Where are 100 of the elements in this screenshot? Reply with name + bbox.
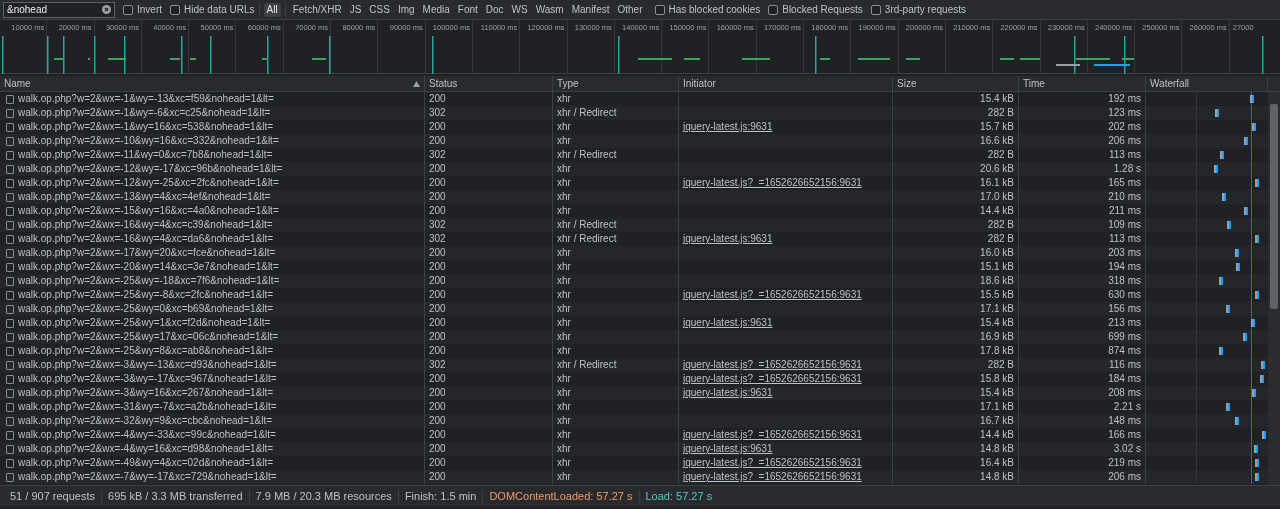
- waterfall-bar: [1260, 361, 1265, 369]
- request-name[interactable]: walk.op.php?w=2&wx=-3&wy=-17&xc=967&nohead=1&lt=: [18, 372, 277, 386]
- checkbox[interactable]: Hide data URLs: [170, 2, 255, 17]
- request-name[interactable]: walk.op.php?w=2&wx=-25&wy=-8&xc=2fc&nohead=1&lt=: [18, 288, 274, 302]
- request-name[interactable]: walk.op.php?w=2&wx=-12&wy=-17&xc=96b&nohead=1&lt=: [18, 162, 283, 176]
- filter-button[interactable]: Media: [419, 2, 453, 17]
- column-header[interactable]: Status: [425, 76, 553, 91]
- request-name[interactable]: walk.op.php?w=2&wx=-1&wy=-13&xc=f59&nohead=1&lt=: [18, 92, 274, 106]
- waterfall-bar: [1236, 263, 1241, 271]
- request-name[interactable]: walk.op.php?w=2&wx=-17&wy=20&xc=fce&nohead=1&lt=: [18, 246, 276, 260]
- request-name[interactable]: walk.op.php?w=2&wx=-15&wy=16&xc=4a0&nohead=1&lt=: [18, 204, 279, 218]
- column-header[interactable]: Type: [553, 76, 679, 91]
- table-row[interactable]: walk.op.php?w=2&wx=-10&wy=16&xc=332&nohead=1&lt= 200 xhr 16.6 kB 206 ms: [0, 134, 1268, 148]
- request-name[interactable]: walk.op.php?w=2&wx=-31&wy=-7&xc=a2b&nohead=1&lt=: [18, 400, 277, 414]
- request-name[interactable]: walk.op.php?w=2&wx=-25&wy=0&xc=b69&nohead=1&lt=: [18, 302, 274, 316]
- waterfall-bar: [1243, 137, 1248, 145]
- request-name[interactable]: walk.op.php?w=2&wx=-49&wy=4&xc=02d&nohead=1&lt=: [18, 456, 274, 470]
- request-name[interactable]: walk.op.php?w=2&wx=-25&wy=17&xc=06c&nohead=1&lt=: [18, 330, 279, 344]
- search-field[interactable]: &nohead: [3, 1, 115, 18]
- initiator-link[interactable]: jquery-latest.js:9631: [683, 317, 773, 328]
- filter-button[interactable]: All: [263, 2, 281, 17]
- table-row[interactable]: walk.op.php?w=2&wx=-32&wy=9&xc=cbc&nohead=1&lt= 200 xhr 16.7 kB 148 ms: [0, 414, 1268, 428]
- waterfall-bar: [1244, 207, 1249, 215]
- waterfall-bar: [1243, 333, 1248, 341]
- table-cell: xhr: [553, 470, 679, 484]
- request-name[interactable]: walk.op.php?w=2&wx=-10&wy=16&xc=332&nohead=1&lt=: [18, 134, 279, 148]
- table-row[interactable]: walk.op.php?w=2&wx=-25&wy=17&xc=06c&nohead=1&lt= 200 xhr 16.9 kB 699 ms: [0, 330, 1268, 344]
- table-row[interactable]: walk.op.php?w=2&wx=-3&wy=16&xc=267&nohead=1&lt= 200 xhr jquery-latest.js:9631 15.4 kB 208 ms: [0, 386, 1268, 400]
- waterfall-bar: [1234, 417, 1239, 425]
- column-header[interactable]: Size: [893, 76, 1019, 91]
- request-name[interactable]: walk.op.php?w=2&wx=-4&wy=16&xc=d98&nohead=1&lt=: [18, 442, 274, 456]
- checkbox[interactable]: Invert: [123, 2, 162, 17]
- initiator-link[interactable]: jquery-latest.js?_=1652626652156:9631: [683, 429, 862, 440]
- waterfall-bar: [1234, 249, 1239, 257]
- initiator-link[interactable]: jquery-latest.js:9631: [683, 387, 773, 398]
- filter-button[interactable]: Fetch/XHR: [289, 2, 345, 17]
- checkbox[interactable]: Blocked Requests: [768, 2, 863, 17]
- column-header[interactable]: Initiator: [679, 76, 893, 91]
- request-name[interactable]: walk.op.php?w=2&wx=-3&wy=16&xc=267&nohead=1&lt=: [18, 386, 274, 400]
- scrollbar[interactable]: [1268, 92, 1280, 485]
- request-name[interactable]: walk.op.php?w=2&wx=-25&wy=-18&xc=7f6&nohead=1&lt=: [18, 274, 280, 288]
- request-name[interactable]: walk.op.php?w=2&wx=-25&wy=8&xc=ab8&nohead=1&lt=: [18, 344, 274, 358]
- filter-button[interactable]: Doc: [482, 2, 507, 17]
- initiator-link[interactable]: jquery-latest.js?_=1652626652156:9631: [683, 471, 862, 482]
- table-row[interactable]: walk.op.php?w=2&wx=-13&wy=4&xc=4ef&nohead=1&lt= 200 xhr 17.0 kB 210 ms: [0, 190, 1268, 204]
- filter-button[interactable]: Manifest: [568, 2, 613, 17]
- initiator-link[interactable]: jquery-latest.js?_=1652626652156:9631: [683, 289, 862, 300]
- request-name[interactable]: walk.op.php?w=2&wx=-25&wy=1&xc=f2d&nohead=1&lt=: [18, 316, 271, 330]
- table-row[interactable]: walk.op.php?w=2&wx=-7&wy=-17&xc=729&nohead=1&lt= 200 xhr jquery-latest.js?_=1652626652156:9631 14.8 kB 206 ms: [0, 470, 1268, 484]
- waterfall-bar: [1254, 459, 1259, 467]
- table-row[interactable]: walk.op.php?w=2&wx=-25&wy=0&xc=b69&nohead=1&lt= 200 xhr 17.1 kB 156 ms: [0, 302, 1268, 316]
- table-row[interactable]: walk.op.php?w=2&wx=-12&wy=-17&xc=96b&nohead=1&lt= 200 xhr 20.6 kB 1.28 s: [0, 162, 1268, 176]
- request-name[interactable]: walk.op.php?w=2&wx=-1&wy=-6&xc=c25&nohead=1&lt=: [18, 106, 271, 120]
- waterfall-bar: [1250, 319, 1255, 327]
- request-name[interactable]: walk.op.php?w=2&wx=-16&wy=4&xc=da6&nohead=1&lt=: [18, 232, 274, 246]
- waterfall-bar: [1249, 95, 1254, 103]
- request-name[interactable]: walk.op.php?w=2&wx=-4&wy=-33&xc=99c&nohead=1&lt=: [18, 428, 276, 442]
- column-header[interactable]: Waterfall: [1146, 76, 1268, 91]
- checkbox[interactable]: Has blocked cookies: [654, 2, 761, 17]
- table-row[interactable]: walk.op.php?w=2&wx=-17&wy=20&xc=fce&nohead=1&lt= 200 xhr 16.0 kB 203 ms: [0, 246, 1268, 260]
- filter-button[interactable]: Font: [454, 2, 481, 17]
- filter-button[interactable]: WS: [508, 2, 531, 17]
- request-name[interactable]: walk.op.php?w=2&wx=-12&wy=-25&xc=2fc&nohead=1&lt=: [18, 176, 279, 190]
- filter-button[interactable]: Img: [394, 2, 418, 17]
- waterfall-bar: [1261, 431, 1266, 439]
- clear-icon[interactable]: [102, 5, 111, 14]
- status-text: Load: 57.27 s: [644, 489, 714, 503]
- initiator-link[interactable]: jquery-latest.js?_=1652626652156:9631: [683, 457, 862, 468]
- request-name[interactable]: walk.op.php?w=2&wx=-20&wy=14&xc=3e7&nohead=1&lt=: [18, 260, 279, 274]
- table-row[interactable]: walk.op.php?w=2&wx=-4&wy=16&xc=d98&nohead=1&lt= 200 xhr jquery-latest.js:9631 14.8 kB 3.02 s: [0, 442, 1268, 456]
- table-row[interactable]: walk.op.php?w=2&wx=-25&wy=-18&xc=7f6&nohead=1&lt= 200 xhr 18.6 kB 318 ms: [0, 274, 1268, 288]
- initiator-link[interactable]: jquery-latest.js:9631: [683, 121, 773, 132]
- table-row[interactable]: walk.op.php?w=2&wx=-1&wy=-6&xc=c25&nohead=1&lt= 302 xhr / Redirect 282 B 123 ms: [0, 106, 1268, 120]
- column-header[interactable]: Time: [1019, 76, 1146, 91]
- table-row[interactable]: walk.op.php?w=2&wx=-16&wy=4&xc=c39&nohead=1&lt= 302 xhr / Redirect 282 B 109 ms: [0, 218, 1268, 232]
- scrollbar-thumb[interactable]: [1270, 104, 1278, 309]
- table-row[interactable]: walk.op.php?w=2&wx=-3&wy=-13&xc=d93&nohead=1&lt= 302 xhr / Redirect jquery-latest.js?_=1652626652156:9631 282 B 116 ms: [0, 358, 1268, 372]
- initiator-link[interactable]: jquery-latest.js?_=1652626652156:9631: [683, 177, 862, 188]
- filter-button[interactable]: JS: [346, 2, 365, 17]
- initiator-link[interactable]: jquery-latest.js?_=1652626652156:9631: [683, 373, 862, 384]
- filter-button[interactable]: Wasm: [532, 2, 567, 17]
- filter-button[interactable]: Other: [614, 2, 646, 17]
- waterfall-bar: [1225, 305, 1230, 313]
- filter-button[interactable]: CSS: [366, 2, 393, 17]
- initiator-link[interactable]: jquery-latest.js:9631: [683, 233, 773, 244]
- waterfall-bar: [1255, 179, 1260, 187]
- request-name[interactable]: walk.op.php?w=2&wx=-13&wy=4&xc=4ef&nohead=1&lt=: [18, 190, 271, 204]
- request-name[interactable]: walk.op.php?w=2&wx=-32&wy=9&xc=cbc&nohead=1&lt=: [18, 414, 273, 428]
- waterfall-bar: [1219, 151, 1224, 159]
- request-name[interactable]: walk.op.php?w=2&wx=-1&wy=16&xc=538&nohead=1&lt=: [18, 120, 274, 134]
- initiator-link[interactable]: jquery-latest.js?_=1652626652156:9631: [683, 359, 862, 370]
- request-name[interactable]: walk.op.php?w=2&wx=-3&wy=-13&xc=d93&nohead=1&lt=: [18, 358, 277, 372]
- request-name[interactable]: walk.op.php?w=2&wx=-16&wy=4&xc=c39&nohead=1&lt=: [18, 218, 273, 232]
- column-header[interactable]: Name: [0, 76, 425, 91]
- request-name[interactable]: walk.op.php?w=2&wx=-11&wy=0&xc=7b8&nohead=1&lt=: [18, 148, 273, 162]
- request-name[interactable]: walk.op.php?w=2&wx=-7&wy=-17&xc=729&nohead=1&lt=: [18, 470, 277, 484]
- checkbox[interactable]: 3rd-party requests: [870, 2, 966, 17]
- status-text: 695 kB / 3.3 MB transferred: [102, 489, 250, 503]
- initiator-link[interactable]: jquery-latest.js:9631: [683, 443, 773, 454]
- waterfall-bar: [1254, 235, 1259, 243]
